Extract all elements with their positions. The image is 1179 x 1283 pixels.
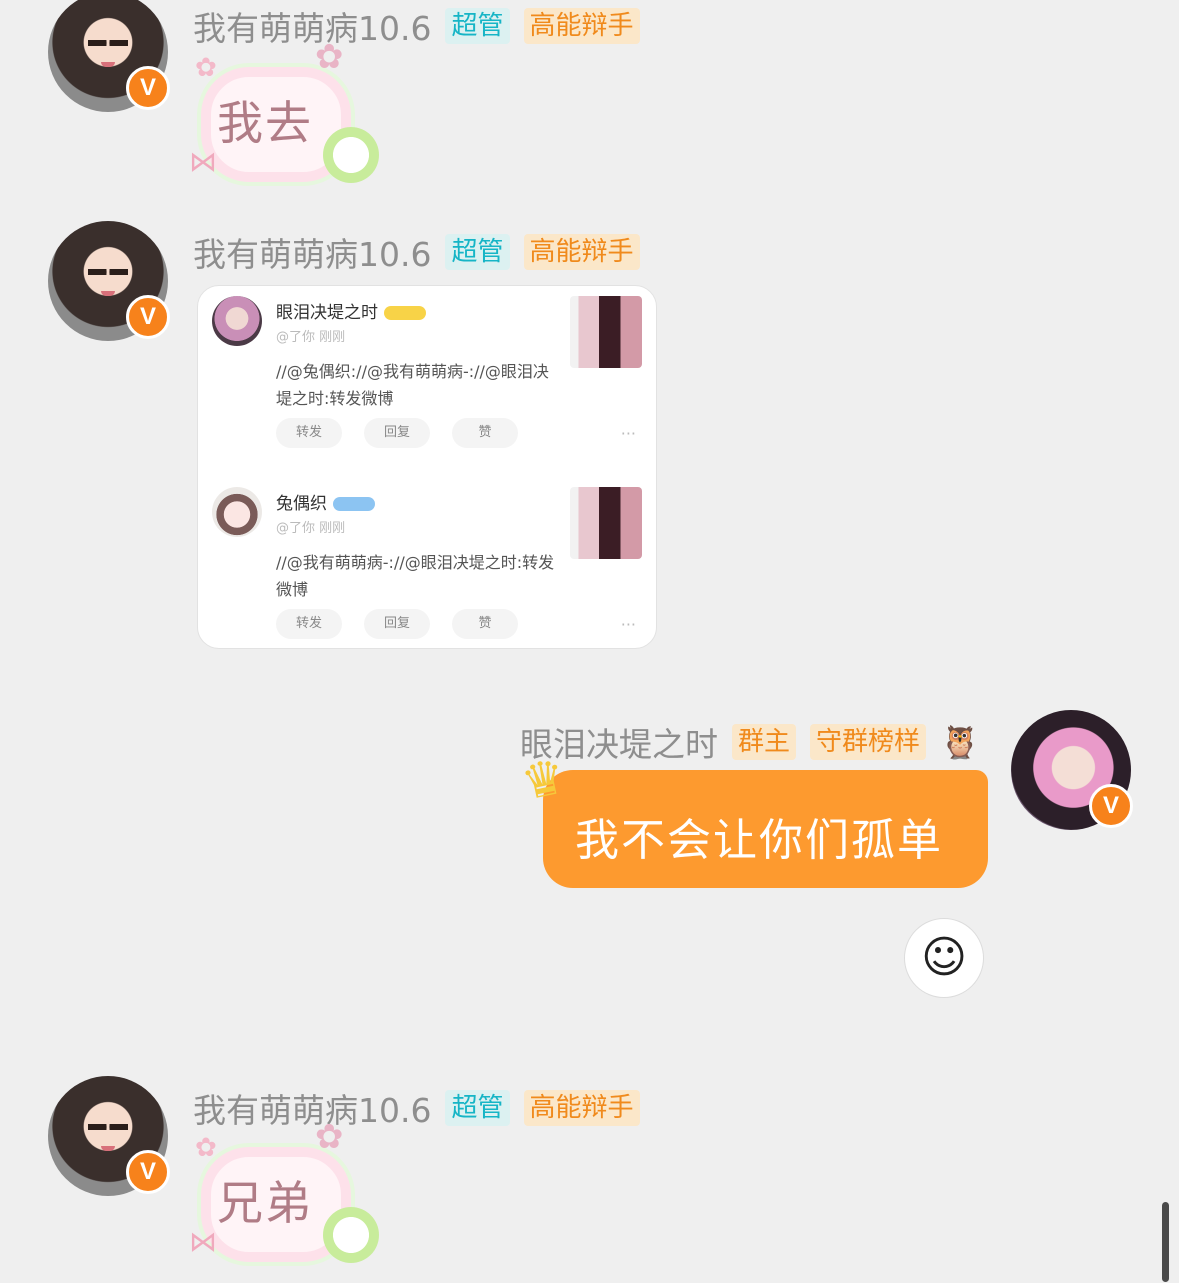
more-icon: ··· (620, 615, 636, 634)
avatar[interactable]: V (48, 0, 170, 112)
verified-badge: V (1089, 784, 1133, 828)
post-text: //@兔偶织://@我有萌萌病-://@眼泪决堤之时:转发微博 (276, 362, 549, 408)
post-avatar (212, 487, 262, 537)
like-button: 赞 (452, 609, 518, 639)
scrollbar[interactable] (1162, 1202, 1169, 1282)
tag-debater: 高能辩手 (523, 1090, 640, 1126)
post-author-name: 兔偶织 (276, 494, 327, 514)
flower-icon: ✿ (195, 53, 217, 83)
sender-line: 我有萌萌病10.6 超管 高能辩手 (193, 2, 640, 50)
post-author-name: 眼泪决堤之时 (276, 303, 378, 323)
sticker-text: 兄弟 (217, 1176, 313, 1230)
post-actions: 转发 回复 赞 (276, 418, 518, 448)
sticker-message[interactable]: ✿ ✿ ⋈ 我去 (189, 37, 385, 190)
verified-badge: V (126, 295, 170, 339)
sender-line: 我有萌萌病10.6 超管 高能辩手 (193, 228, 640, 276)
flower-icon: ✿ (195, 1133, 217, 1163)
sticker-text: 我去 (217, 96, 313, 150)
sender-name[interactable]: 我有萌萌病10.6 (193, 2, 431, 50)
message-text: 我不会让你们孤单 (575, 815, 943, 866)
clover-icon (323, 127, 379, 183)
sticker-message[interactable]: ✿ ✿ ⋈ 兄弟 (189, 1117, 385, 1270)
post-text: //@我有萌萌病-://@眼泪决堤之时:转发微博 (276, 553, 555, 599)
sender-line: 眼泪决堤之时 群主 守群榜样 🦉 (520, 718, 980, 766)
emoji-add-icon: ☺ (921, 932, 967, 983)
sender-line: 我有萌萌病10.6 超管 高能辩手 (193, 1084, 640, 1132)
owl-icon: 🦉 (940, 723, 980, 761)
post-meta: @了你 刚刚 (276, 330, 346, 345)
tag-group-model: 守群榜样 (810, 724, 927, 760)
verified-badge: V (126, 1150, 170, 1194)
avatar[interactable]: V (48, 221, 170, 341)
sender-name[interactable]: 我有萌萌病10.6 (193, 228, 431, 276)
post-item: 眼泪决堤之时 @了你 刚刚 //@兔偶织://@我有萌萌病-://@眼泪决堤之时… (198, 286, 656, 466)
like-button: 赞 (452, 418, 518, 448)
post-thumbnail (570, 296, 642, 368)
bow-icon: ⋈ (189, 1225, 217, 1258)
post-avatar (212, 296, 262, 346)
reply-button: 回复 (364, 609, 430, 639)
fan-badge-icon (384, 306, 426, 320)
reply-button: 回复 (364, 418, 430, 448)
bunny-icon: ✿ (315, 1117, 344, 1157)
tag-group-owner: 群主 (732, 724, 797, 760)
bow-icon: ⋈ (189, 145, 217, 178)
post-meta: @了你 刚刚 (276, 521, 346, 536)
post-author: 眼泪决堤之时 (276, 298, 426, 323)
avatar[interactable]: V (1011, 710, 1133, 830)
shared-screenshot-card[interactable]: 眼泪决堤之时 @了你 刚刚 //@兔偶织://@我有萌萌病-://@眼泪决堤之时… (197, 285, 657, 649)
tag-super-admin: 超管 (445, 234, 510, 270)
verified-badge: V (126, 66, 170, 110)
tag-super-admin: 超管 (445, 1090, 510, 1126)
post-item: 兔偶织 @了你 刚刚 //@我有萌萌病-://@眼泪决堤之时:转发微博 转发 回… (198, 477, 656, 648)
avatar[interactable]: V (48, 1076, 170, 1196)
tag-super-admin: 超管 (445, 8, 510, 44)
add-reaction-button[interactable]: ☺ (904, 918, 984, 998)
fan-badge-icon (333, 497, 375, 511)
repost-button: 转发 (276, 418, 342, 448)
sender-name[interactable]: 我有萌萌病10.6 (193, 1084, 431, 1132)
bunny-icon: ✿ (315, 37, 344, 77)
tag-debater: 高能辩手 (523, 8, 640, 44)
tag-debater: 高能辩手 (523, 234, 640, 270)
message-bubble[interactable]: 我不会让你们孤单 (543, 770, 988, 888)
repost-button: 转发 (276, 609, 342, 639)
post-author: 兔偶织 (276, 489, 375, 514)
post-thumbnail (570, 487, 642, 559)
more-icon: ··· (620, 424, 636, 443)
post-actions: 转发 回复 赞 (276, 609, 518, 639)
clover-icon (323, 1207, 379, 1263)
